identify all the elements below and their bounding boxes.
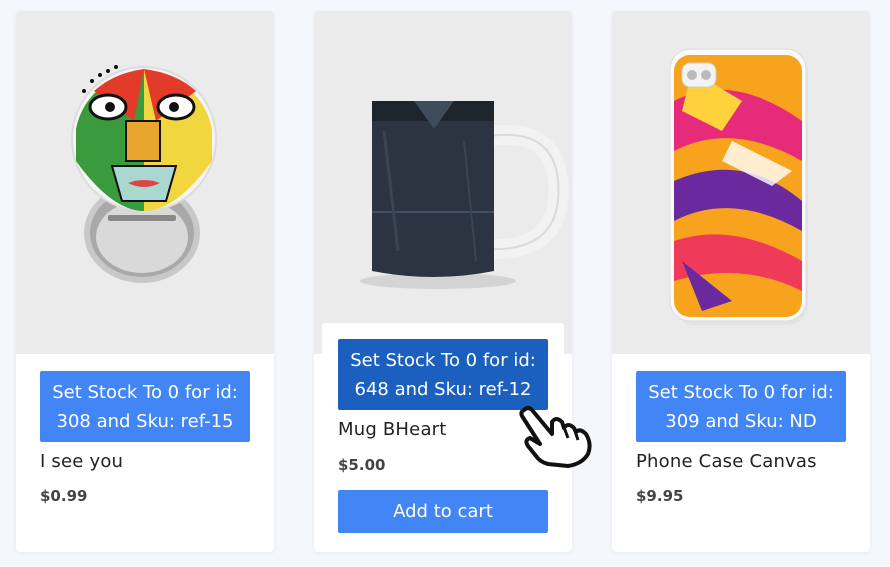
set-stock-button[interactable]: Set Stock To 0 for id: 308 and Sku: ref-…: [40, 371, 250, 442]
product-card: Set Stock To 0 for id: 648 and Sku: ref-…: [314, 11, 572, 552]
phone-case-image: [669, 48, 808, 325]
set-stock-button[interactable]: Set Stock To 0 for id: 648 and Sku: ref-…: [338, 339, 548, 410]
product-name[interactable]: Mug BHeart: [338, 419, 447, 440]
hand-pointer-icon: [519, 406, 592, 468]
product-image[interactable]: [16, 11, 274, 354]
set-stock-label-line2: 308 and Sku: ref-15: [56, 410, 234, 432]
product-price: $5.00: [338, 456, 386, 474]
product-price: $9.95: [636, 487, 684, 505]
set-stock-label-line2: 648 and Sku: ref-12: [354, 378, 532, 400]
product-name[interactable]: I see you: [40, 451, 123, 472]
product-image[interactable]: [612, 11, 870, 354]
add-to-cart-button[interactable]: Add to cart: [338, 490, 548, 533]
set-stock-label-line2: 309 and Sku: ND: [665, 410, 817, 432]
badge-button-image: [71, 65, 217, 283]
product-name[interactable]: Phone Case Canvas: [636, 451, 817, 472]
set-stock-button[interactable]: Set Stock To 0 for id: 309 and Sku: ND: [636, 371, 846, 442]
product-card: Set Stock To 0 for id: 309 and Sku: ND P…: [612, 11, 870, 552]
product-price: $0.99: [40, 487, 88, 505]
product-image[interactable]: [314, 11, 572, 354]
set-stock-label-line1: Set Stock To 0 for id:: [350, 349, 536, 371]
product-card: Set Stock To 0 for id: 308 and Sku: ref-…: [16, 11, 274, 552]
set-stock-label-line1: Set Stock To 0 for id:: [648, 381, 834, 403]
set-stock-label-line1: Set Stock To 0 for id:: [52, 381, 238, 403]
mug-image: [360, 101, 569, 289]
